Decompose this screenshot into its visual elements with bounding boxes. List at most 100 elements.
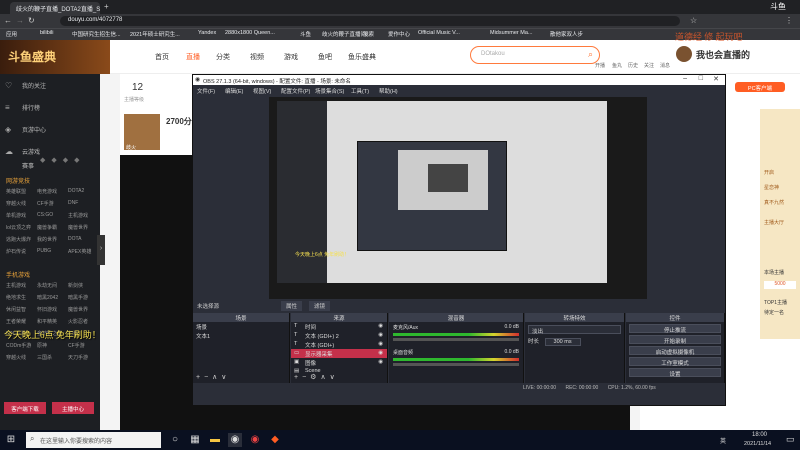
menu-file[interactable]: 文件(F) (197, 87, 215, 95)
source-controls[interactable]: +−⚙∧∨ (294, 373, 339, 381)
bookmark-item[interactable]: Yandex (198, 30, 216, 36)
bookmark-item[interactable]: Midsummer Ma... (490, 30, 532, 36)
source-item[interactable]: 图像 ▣ ◉ (291, 358, 387, 367)
sidebar-item-rank[interactable]: 排行榜 (0, 96, 100, 118)
transition-select[interactable]: 淡出 (528, 325, 621, 335)
bookmark-item[interactable]: Official Music V... (418, 30, 460, 36)
chrome-icon[interactable]: ◉ (248, 433, 262, 447)
bookmark-item[interactable]: 爱作中心 (388, 30, 410, 38)
sidebar-category-item[interactable]: 炉石传说 (6, 248, 26, 255)
obs-taskbar-icon[interactable]: ◉ (228, 433, 242, 447)
properties-button[interactable]: 属性 (281, 301, 303, 311)
settings-button[interactable]: 设置 (629, 368, 721, 378)
header-icon-label[interactable]: 历史 (628, 62, 638, 69)
back-icon[interactable]: ← (4, 16, 12, 25)
menu-view[interactable]: 视图(V) (253, 87, 271, 95)
input-language[interactable]: 英 (720, 436, 726, 445)
sidebar-category-item[interactable]: 魔兽世界 (68, 224, 88, 231)
taskbar-search-input[interactable]: 在这里输入你要搜索的内容 (26, 432, 161, 448)
bookmark-item[interactable]: bilibili (40, 30, 53, 36)
sidebar-category-item[interactable]: 火影忍者 (68, 318, 88, 325)
sidebar-category-item[interactable]: 主机游戏 (68, 212, 88, 219)
bookmark-item[interactable]: 散他家双人步 (550, 30, 583, 38)
sidebar-category-item[interactable]: 绝地求生 (6, 294, 26, 301)
tab-douyu[interactable]: 歧火的鞭子直播_DOTA2直播_S (10, 2, 100, 14)
taskbar-app-icon[interactable]: ▦ (188, 433, 202, 447)
source-item[interactable]: 文本 (GDI+) 2 T ◉ (291, 331, 387, 340)
bookmark-item[interactable]: 中国研究生招生信... (72, 30, 121, 38)
stop-streaming-button[interactable]: 停止推流 (629, 324, 721, 334)
obs-preview[interactable]: 今天晚上6点 免年刷助！ (269, 97, 647, 309)
source-item[interactable]: 文本 (GDI+) T ◉ (291, 340, 387, 349)
sidebar-category-item[interactable]: 永劫无间 (37, 282, 57, 289)
bookmark-item[interactable]: 2880x1800 Queen... (225, 30, 275, 36)
nav-festival[interactable]: 鱼乐盛典 (348, 52, 376, 62)
sidebar-category-item[interactable]: 王者荣耀 (6, 318, 26, 325)
sidebar-category-item[interactable]: 和平精英 (37, 318, 57, 325)
source-item[interactable]: 时间 T ◉ (291, 322, 387, 331)
notification-icon[interactable]: ▭ (786, 434, 795, 445)
pc-client-badge[interactable]: PC客户端 (735, 82, 785, 92)
close-icon[interactable]: ✕ (713, 75, 719, 83)
nav-video[interactable]: 视频 (250, 52, 264, 62)
username[interactable]: 我也会直播的 (696, 48, 750, 61)
scene-controls[interactable]: +−∧∨ (196, 373, 230, 381)
sidebar-category-item[interactable]: 魔兽争霸 (37, 224, 57, 231)
anchor-center-button[interactable]: 主播中心 (52, 402, 94, 414)
sidebar-category-item[interactable]: 英雄联盟 (6, 188, 26, 195)
header-icon-label[interactable]: 开播 (595, 62, 605, 69)
sidebar-category-item[interactable]: APEX英雄 (68, 248, 91, 255)
eye-icon[interactable]: ◉ (378, 332, 383, 338)
sidebar-item-follow[interactable]: 我的关注 (0, 74, 100, 96)
minimize-icon[interactable]: – (683, 75, 687, 82)
eye-icon[interactable]: ◉ (378, 341, 383, 347)
eye-icon[interactable]: ◉ (378, 359, 383, 365)
header-icon-label[interactable]: 鱼丸 (612, 62, 622, 69)
virtual-camera-button[interactable]: 启动虚拟摄像机 (629, 346, 721, 356)
extension-icon[interactable]: ☆ (690, 16, 697, 25)
volume-slider[interactable] (393, 363, 519, 366)
sidebar-category-item[interactable]: CF手游 (37, 200, 54, 207)
eye-icon[interactable]: ◉ (378, 323, 383, 329)
search-input[interactable]: DOtakou (481, 51, 505, 57)
nav-yuba[interactable]: 鱼吧 (318, 52, 332, 62)
sidebar-category-item[interactable]: 穿越火线 (6, 354, 26, 361)
url-input[interactable]: douyu.com/4072778 (60, 16, 680, 26)
sidebar-category-item[interactable]: 电竞游戏 (37, 188, 57, 195)
sidebar-category-item[interactable]: lol云顶之弈 (6, 224, 31, 231)
sidebar-category-item[interactable]: 休闲益智 (6, 306, 26, 313)
scene-item[interactable]: 场景 (193, 322, 289, 331)
task-view-icon[interactable]: ○ (168, 433, 182, 447)
forward-icon[interactable]: → (16, 16, 24, 25)
sidebar-category-item[interactable]: 我的世界 (37, 236, 57, 243)
sidebar-category-item[interactable]: 主机游戏 (6, 282, 26, 289)
volume-slider[interactable] (393, 338, 519, 341)
client-download-button[interactable]: 客户端下载 (4, 402, 46, 414)
sidebar-category-item[interactable]: 天刀手游 (68, 354, 88, 361)
header-icon-label[interactable]: 关注 (644, 62, 654, 69)
avatar[interactable] (676, 46, 692, 62)
menu-edit[interactable]: 编辑(E) (225, 87, 243, 95)
nav-game[interactable]: 游戏 (284, 52, 298, 62)
scene-item[interactable]: 文本1 (193, 331, 289, 340)
sidebar-category-item[interactable]: 原神 (37, 342, 47, 349)
duration-input[interactable]: 300 ms (544, 338, 581, 346)
studio-mode-button[interactable]: 工作室模式 (629, 357, 721, 367)
search-box[interactable]: DOtakou ⌕ (470, 46, 600, 64)
sidebar-category-item[interactable]: 逃跑大爆炸 (6, 236, 31, 243)
sidebar-category-item[interactable]: PUBG (37, 248, 51, 254)
sidebar-category-item[interactable]: DNF (68, 200, 78, 206)
sidebar-category-item[interactable]: DOTA (68, 236, 82, 242)
menu-icon[interactable]: ⋮ (785, 16, 793, 25)
promo-strip[interactable]: 开启 星恋神 真不九然 主播大厅 本场主播 5000 TOP1主播 待定一名 (760, 109, 800, 339)
menu-tools[interactable]: 工具(T) (351, 87, 369, 95)
source-item-selected[interactable]: 显示器采集 ▭ ◉ (291, 349, 387, 358)
search-icon[interactable]: ⌕ (588, 49, 593, 60)
filters-button[interactable]: 滤镜 (309, 301, 331, 311)
sidebar-category-item[interactable]: 单机游戏 (6, 212, 26, 219)
windows-start-icon[interactable]: ⊞ (4, 433, 18, 447)
bookmark-item[interactable]: 搜索 (363, 30, 374, 38)
header-icon-label[interactable]: 消息 (660, 62, 670, 69)
sidebar-category-item[interactable]: 新剑侠 (68, 282, 83, 289)
sidebar-category-item[interactable]: CS:GO (37, 212, 53, 218)
